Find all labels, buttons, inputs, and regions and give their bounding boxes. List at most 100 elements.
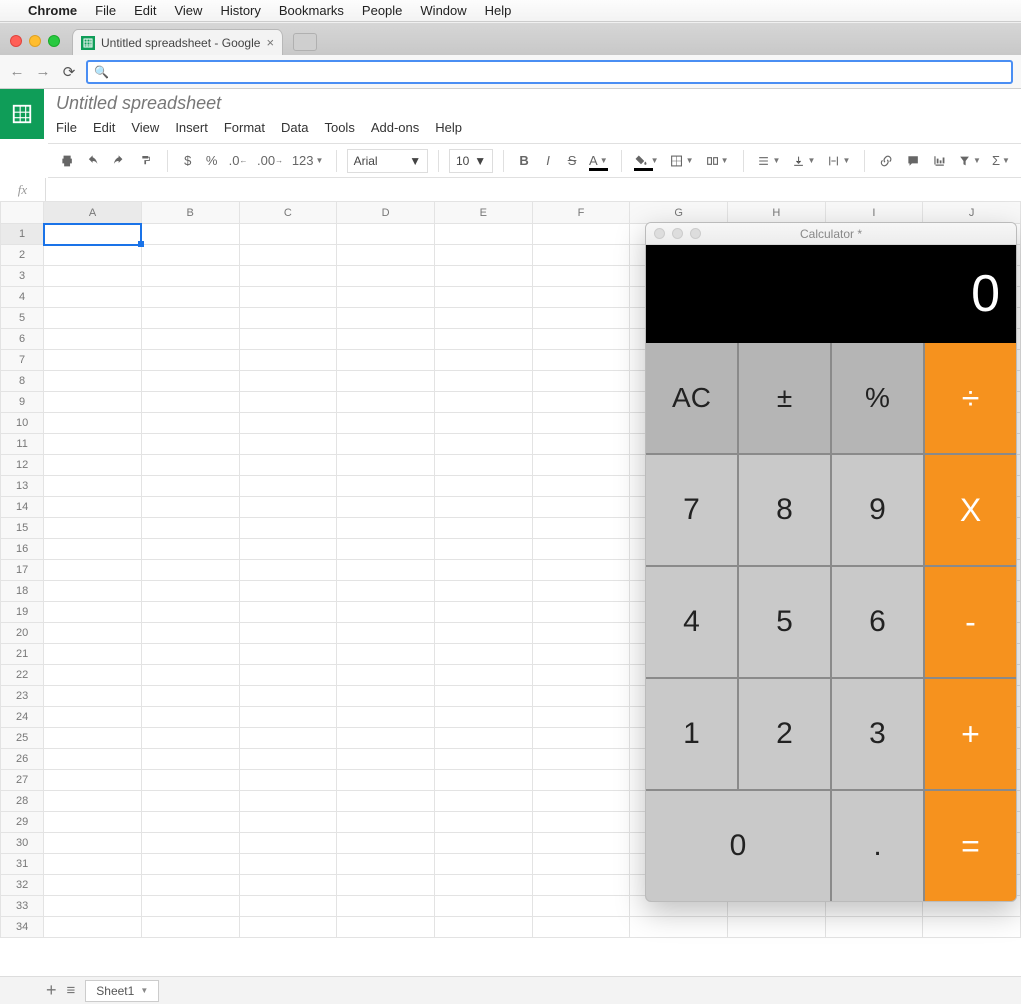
cell[interactable] bbox=[434, 455, 532, 476]
cell[interactable] bbox=[337, 497, 435, 518]
font-select[interactable]: Arial▼ bbox=[347, 149, 429, 173]
cell[interactable] bbox=[337, 686, 435, 707]
cell[interactable] bbox=[532, 560, 630, 581]
sheets-logo-icon[interactable] bbox=[0, 89, 44, 139]
row-header[interactable]: 9 bbox=[1, 392, 44, 413]
cell[interactable] bbox=[239, 665, 337, 686]
cell[interactable] bbox=[532, 602, 630, 623]
cell[interactable] bbox=[434, 644, 532, 665]
cell[interactable] bbox=[44, 539, 142, 560]
calc-key-divide[interactable]: ÷ bbox=[925, 343, 1016, 453]
cell[interactable] bbox=[434, 749, 532, 770]
cell[interactable] bbox=[141, 329, 239, 350]
cell[interactable] bbox=[434, 497, 532, 518]
cell[interactable] bbox=[141, 833, 239, 854]
reload-button[interactable]: ⟳ bbox=[60, 63, 78, 81]
row-header[interactable]: 12 bbox=[1, 455, 44, 476]
cell[interactable] bbox=[141, 917, 239, 938]
text-color-button[interactable]: A▼ bbox=[586, 149, 611, 173]
cell[interactable] bbox=[239, 707, 337, 728]
cell[interactable] bbox=[44, 476, 142, 497]
cell[interactable] bbox=[44, 602, 142, 623]
cell[interactable] bbox=[141, 392, 239, 413]
cell[interactable] bbox=[141, 896, 239, 917]
row-header[interactable]: 14 bbox=[1, 497, 44, 518]
omnibox[interactable]: 🔍 bbox=[86, 60, 1013, 84]
cell[interactable] bbox=[434, 623, 532, 644]
cell[interactable] bbox=[239, 581, 337, 602]
cell[interactable] bbox=[337, 266, 435, 287]
cell[interactable] bbox=[239, 917, 337, 938]
select-all-corner[interactable] bbox=[1, 202, 44, 224]
cell[interactable] bbox=[337, 455, 435, 476]
h-align-button[interactable]: ▼ bbox=[753, 149, 784, 173]
cell[interactable] bbox=[434, 875, 532, 896]
cell[interactable] bbox=[434, 812, 532, 833]
cell[interactable] bbox=[337, 833, 435, 854]
cell[interactable] bbox=[434, 665, 532, 686]
window-minimize[interactable] bbox=[29, 35, 41, 47]
cell[interactable] bbox=[239, 644, 337, 665]
row-header[interactable]: 5 bbox=[1, 308, 44, 329]
calc-key-equals[interactable]: = bbox=[925, 791, 1016, 901]
cell[interactable] bbox=[434, 245, 532, 266]
cell[interactable] bbox=[44, 875, 142, 896]
cell[interactable] bbox=[44, 518, 142, 539]
row-header[interactable]: 13 bbox=[1, 476, 44, 497]
print-button[interactable] bbox=[56, 149, 78, 173]
currency-button[interactable]: $ bbox=[178, 149, 198, 173]
calc-key-2[interactable]: 2 bbox=[739, 679, 830, 789]
sheets-menu-file[interactable]: File bbox=[56, 120, 77, 135]
cell[interactable] bbox=[239, 749, 337, 770]
cell[interactable] bbox=[532, 518, 630, 539]
cell[interactable] bbox=[337, 749, 435, 770]
calc-key-7[interactable]: 7 bbox=[646, 455, 737, 565]
sheets-menu-view[interactable]: View bbox=[131, 120, 159, 135]
cell[interactable] bbox=[337, 560, 435, 581]
cell[interactable] bbox=[532, 665, 630, 686]
column-header[interactable]: B bbox=[141, 202, 239, 224]
cell[interactable] bbox=[337, 413, 435, 434]
calc-key-5[interactable]: 5 bbox=[739, 567, 830, 677]
cell[interactable] bbox=[239, 833, 337, 854]
font-size-select[interactable]: 10▼ bbox=[449, 149, 493, 173]
filter-button[interactable]: ▼ bbox=[954, 149, 985, 173]
cell[interactable] bbox=[434, 560, 532, 581]
cell[interactable] bbox=[44, 644, 142, 665]
sheets-menu-insert[interactable]: Insert bbox=[175, 120, 208, 135]
row-header[interactable]: 30 bbox=[1, 833, 44, 854]
increase-decimal-button[interactable]: .00→ bbox=[254, 149, 285, 173]
cell[interactable] bbox=[532, 896, 630, 917]
link-button[interactable] bbox=[875, 149, 897, 173]
bold-button[interactable]: B bbox=[514, 149, 534, 173]
cell[interactable] bbox=[239, 518, 337, 539]
cell[interactable] bbox=[239, 560, 337, 581]
fx-input[interactable] bbox=[46, 178, 1021, 201]
column-header[interactable]: F bbox=[532, 202, 630, 224]
cell[interactable] bbox=[532, 623, 630, 644]
cell[interactable] bbox=[337, 329, 435, 350]
calc-key-plusminus[interactable]: ± bbox=[739, 343, 830, 453]
merge-button[interactable]: ▼ bbox=[702, 149, 733, 173]
cell[interactable] bbox=[532, 350, 630, 371]
row-header[interactable]: 8 bbox=[1, 371, 44, 392]
cell[interactable] bbox=[434, 581, 532, 602]
cell[interactable] bbox=[434, 287, 532, 308]
cell[interactable] bbox=[44, 854, 142, 875]
cell[interactable] bbox=[239, 728, 337, 749]
menu-file[interactable]: File bbox=[95, 3, 116, 18]
cell[interactable] bbox=[337, 896, 435, 917]
cell[interactable] bbox=[141, 686, 239, 707]
cell[interactable] bbox=[337, 728, 435, 749]
cell[interactable] bbox=[434, 371, 532, 392]
cell[interactable] bbox=[44, 434, 142, 455]
cell[interactable] bbox=[532, 266, 630, 287]
row-header[interactable]: 19 bbox=[1, 602, 44, 623]
cell[interactable] bbox=[141, 854, 239, 875]
cell[interactable] bbox=[239, 413, 337, 434]
cell[interactable] bbox=[44, 665, 142, 686]
column-header[interactable]: H bbox=[727, 202, 825, 224]
row-header[interactable]: 24 bbox=[1, 707, 44, 728]
cell[interactable] bbox=[532, 413, 630, 434]
borders-button[interactable]: ▼ bbox=[666, 149, 697, 173]
